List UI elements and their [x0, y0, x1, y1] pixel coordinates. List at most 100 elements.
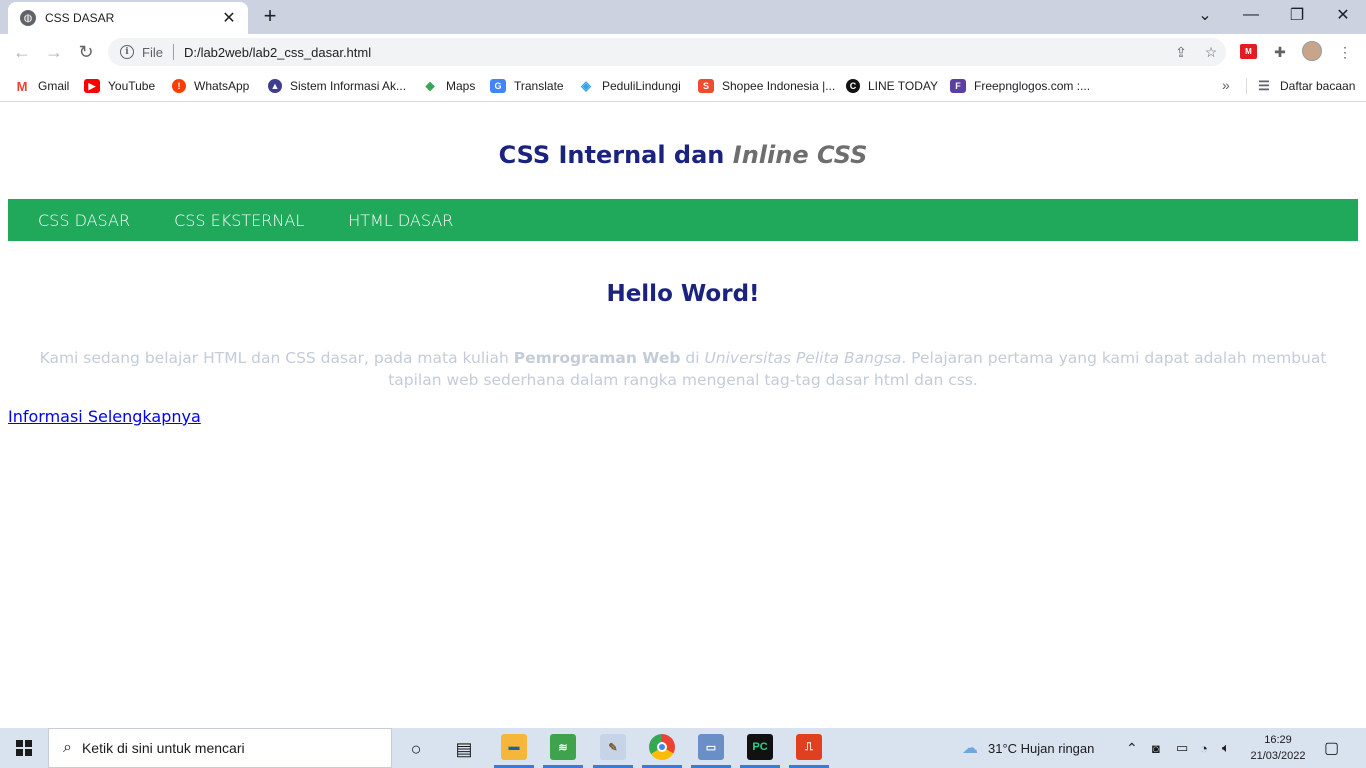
bookmarks-divider: [1246, 78, 1247, 94]
line-today-icon: C: [846, 79, 860, 93]
tab-close-icon[interactable]: ✕: [220, 8, 238, 28]
profile-avatar[interactable]: [1302, 41, 1322, 61]
mendeley-extension-icon[interactable]: M: [1240, 44, 1257, 59]
bookmark-sistem-informasi[interactable]: ▲ Sistem Informasi Ak...: [268, 76, 406, 96]
heading-normal-text: CSS Internal dan: [498, 141, 725, 169]
youtube-icon: ▶: [84, 79, 100, 93]
reading-list-button[interactable]: ☰ Daftar bacaan: [1256, 76, 1355, 96]
share-icon[interactable]: ⇪: [1166, 44, 1196, 61]
bookmark-youtube[interactable]: ▶ YouTube: [84, 76, 155, 96]
bookmark-pedulilindungi[interactable]: ◈ PeduliLindungi: [578, 76, 681, 96]
start-button[interactable]: [0, 728, 48, 768]
restore-button[interactable]: ❐: [1274, 0, 1320, 30]
weather-text: 31°C Hujan ringan: [988, 740, 1095, 756]
tab-strip: ◍ CSS DASAR ✕ + ⌄ — ❐ ✕: [0, 0, 1366, 34]
omnibox-divider: [172, 44, 174, 60]
notifications-icon[interactable]: ▢: [1324, 728, 1339, 768]
para-text-2: di: [680, 349, 705, 367]
paint-icon[interactable]: ✎: [600, 734, 626, 760]
clock-time: 16:29: [1264, 734, 1292, 746]
whatsapp-icon: !: [172, 79, 186, 93]
heading-italic-text: Inline CSS: [732, 141, 868, 169]
site-nav: CSS DASAR CSS EKSTERNAL HTML DASAR: [8, 199, 1358, 241]
translate-icon: G: [490, 79, 506, 93]
bookmark-label: PeduliLindungi: [602, 79, 681, 93]
university-icon: ▲: [268, 79, 282, 93]
url-text[interactable]: D:/lab2web/lab2_css_dasar.html: [184, 45, 1166, 60]
nav-link-css-eksternal[interactable]: CSS EKSTERNAL: [174, 211, 304, 230]
bookmark-gmail[interactable]: M Gmail: [14, 76, 69, 96]
tab-search-icon[interactable]: ⌄: [1182, 0, 1228, 30]
volume-icon[interactable]: 🔈︎: [1222, 728, 1230, 768]
bookmarks-overflow-button[interactable]: »: [1222, 77, 1230, 93]
reading-list-icon: ☰: [1256, 78, 1272, 93]
cloud-rain-icon: ☁: [962, 740, 978, 757]
shopee-icon: S: [698, 79, 714, 93]
hello-heading: Hello Word!: [606, 281, 760, 307]
bookmarks-bar: M Gmail ▶ YouTube ! WhatsApp ▲ Sistem In…: [0, 70, 1366, 102]
reload-button[interactable]: ↻: [74, 40, 98, 64]
para-text-1: Kami sedang belajar HTML dan CSS dasar, …: [39, 349, 514, 367]
chrome-icon[interactable]: [649, 734, 675, 760]
search-placeholder: Ketik di sini untuk mencari: [81, 740, 245, 756]
battery-icon[interactable]: ▭: [1176, 728, 1188, 768]
scheme-label: File: [142, 44, 163, 60]
tray-overflow-icon[interactable]: ⌃: [1126, 728, 1138, 768]
clock-date: 21/03/2022: [1250, 750, 1306, 762]
remote-desktop-icon[interactable]: ▭: [698, 734, 724, 760]
back-button[interactable]: ←: [10, 40, 34, 64]
sublime-app-icon[interactable]: ≋: [550, 734, 576, 760]
bookmark-shopee[interactable]: S Shopee Indonesia |...: [698, 76, 835, 96]
bookmark-maps[interactable]: ⬥ Maps: [422, 76, 475, 96]
intro-paragraph: Kami sedang belajar HTML dan CSS dasar, …: [20, 347, 1346, 391]
para-bold-text: Pemrograman Web: [513, 349, 681, 367]
bookmark-label: YouTube: [108, 79, 156, 93]
globe-icon: ◍: [20, 10, 36, 26]
browser-toolbar: ← → ↻ i File D:/lab2web/lab2_css_dasar.h…: [0, 34, 1366, 70]
nav-link-css-dasar[interactable]: CSS DASAR: [38, 211, 130, 230]
para-italic-text: Universitas Pelita Bangsa: [704, 349, 902, 367]
bookmark-freepnglogos[interactable]: F Freepnglogos.com :...: [950, 76, 1090, 96]
extensions-puzzle-icon[interactable]: ✚: [1270, 42, 1290, 62]
pycharm-icon[interactable]: PC: [747, 734, 773, 760]
bookmark-label: Maps: [446, 79, 476, 93]
bookmark-label: Gmail: [38, 79, 70, 93]
web-page: CSS Internal dan Inline CSS CSS DASAR CS…: [0, 103, 1366, 728]
bookmark-label: LINE TODAY: [868, 79, 939, 93]
reading-list-label: Daftar bacaan: [1280, 79, 1356, 93]
bookmark-whatsapp[interactable]: ! WhatsApp: [172, 76, 249, 96]
bookmark-label: Sistem Informasi Ak...: [290, 79, 407, 93]
windows-taskbar: ⌕ Ketik di sini untuk mencari ○ ▤ ▬ ≋ ✎ …: [0, 728, 1366, 768]
cortana-icon[interactable]: ○: [392, 732, 440, 766]
meet-now-icon[interactable]: ◙: [1152, 728, 1160, 768]
freepnglogos-icon: F: [950, 79, 966, 93]
bookmark-line-today[interactable]: C LINE TODAY: [846, 76, 938, 96]
windows-logo-icon: [16, 740, 32, 756]
bookmark-translate[interactable]: G Translate: [490, 76, 564, 96]
maps-icon: ⬥: [422, 78, 438, 93]
bookmark-label: Translate: [514, 79, 564, 93]
browser-tab[interactable]: ◍ CSS DASAR ✕: [8, 2, 248, 34]
search-icon: ⌕: [63, 739, 72, 756]
taskbar-search-box[interactable]: ⌕ Ketik di sini untuk mencari: [48, 728, 392, 768]
more-info-link[interactable]: Informasi Selengkapnya: [8, 407, 201, 426]
bookmark-label: WhatsApp: [194, 79, 250, 93]
address-bar[interactable]: i File D:/lab2web/lab2_css_dasar.html ⇪ …: [108, 38, 1226, 66]
file-explorer-icon[interactable]: ▬: [501, 734, 527, 760]
bookmark-label: Freepnglogos.com :...: [974, 79, 1091, 93]
tab-title: CSS DASAR: [45, 11, 115, 25]
new-tab-button[interactable]: +: [258, 5, 282, 29]
bookmark-star-icon[interactable]: ☆: [1196, 44, 1226, 61]
forward-button[interactable]: →: [42, 40, 66, 64]
info-icon[interactable]: i: [120, 45, 134, 59]
clock[interactable]: 16:29 21/03/2022: [1250, 732, 1306, 764]
bookmark-label: Shopee Indonesia |...: [722, 79, 836, 93]
nav-link-html-dasar[interactable]: HTML DASAR: [348, 211, 453, 230]
weather-widget[interactable]: ☁ 31°C Hujan ringan: [962, 728, 1094, 768]
minimize-button[interactable]: —: [1228, 0, 1274, 30]
task-view-icon[interactable]: ▤: [440, 732, 488, 766]
pdf-reader-icon[interactable]: ⎍: [796, 734, 822, 760]
wifi-icon[interactable]: ◔: [1200, 728, 1208, 768]
close-window-button[interactable]: ✕: [1320, 0, 1366, 30]
menu-kebab-icon[interactable]: ⋮: [1335, 42, 1355, 62]
